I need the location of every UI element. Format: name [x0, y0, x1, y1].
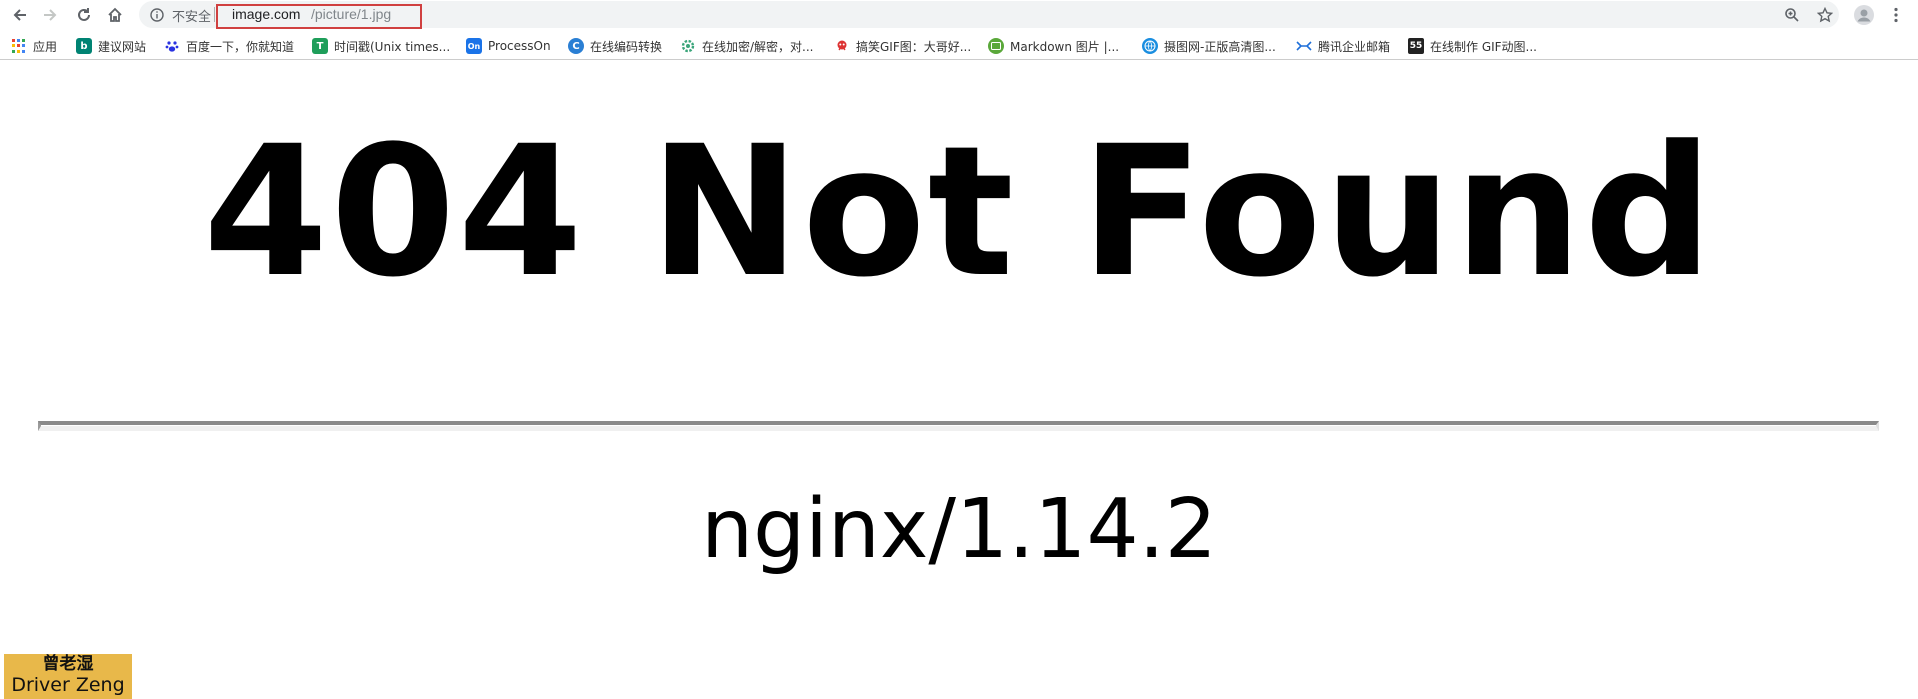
server-signature: nginx/1.14.2 — [701, 482, 1217, 577]
bookmark-label: 在线加密/解密，对... — [702, 39, 814, 54]
info-icon[interactable] — [149, 7, 165, 23]
address-separator — [214, 7, 215, 22]
gif55-icon: 55 — [1408, 38, 1424, 54]
url-host[interactable]: image.com — [232, 6, 300, 22]
bookmark-stock-images[interactable]: 摄图网-正版高清图... — [1142, 37, 1276, 55]
reload-icon[interactable] — [72, 3, 96, 27]
encoding-icon: C — [568, 38, 584, 54]
bookmark-label: 腾讯企业邮箱 — [1318, 39, 1391, 54]
arrow-forward-icon[interactable] — [38, 3, 62, 27]
bookmark-gif[interactable]: 搞笑GIF图：大哥好... — [834, 37, 971, 55]
bookmark-label: 搞笑GIF图：大哥好... — [856, 39, 972, 54]
bookmark-processon[interactable]: On ProcessOn — [466, 37, 551, 55]
tencent-mail-icon — [1296, 38, 1312, 54]
bookmark-baidu[interactable]: 百度一下，你就知道 — [164, 37, 294, 55]
bookmark-suggested-sites[interactable]: b 建议网站 — [76, 37, 146, 55]
watermark-line-cn: 曾老湿 — [42, 654, 94, 674]
processon-icon: On — [466, 38, 482, 54]
security-status-label[interactable]: 不安全 — [172, 6, 211, 25]
bookmark-apps[interactable]: 应用 — [12, 37, 57, 55]
apps-grid-icon — [12, 39, 26, 53]
globe-icon — [1142, 38, 1158, 54]
watermark-logo: 曾老湿 Driver Zeng — [4, 654, 132, 699]
gear-icon — [680, 38, 696, 54]
bookmark-gif-maker[interactable]: 55 在线制作 GIF动图... — [1408, 37, 1537, 55]
bookmark-label: 摄图网-正版高清图... — [1164, 39, 1276, 54]
bookmark-label: 在线制作 GIF动图... — [1430, 39, 1537, 54]
bookmark-label: ProcessOn — [488, 39, 551, 53]
kebab-menu-icon[interactable] — [1884, 3, 1908, 27]
horizontal-rule — [38, 421, 1879, 431]
bookmark-encrypt[interactable]: 在线加密/解密，对... — [680, 37, 814, 55]
bookmark-timestamp[interactable]: T 时间戳(Unix times... — [312, 37, 450, 55]
page-title: 404 Not Found — [203, 108, 1715, 317]
watermark-line-en: Driver Zeng — [11, 674, 125, 696]
bing-icon: b — [76, 38, 92, 54]
bookmark-encoding[interactable]: C 在线编码转换 — [568, 37, 662, 55]
baidu-paw-icon — [164, 38, 180, 54]
gif-icon — [834, 38, 850, 54]
star-icon[interactable] — [1813, 3, 1837, 27]
arrow-back-icon[interactable] — [8, 3, 32, 27]
bookmark-label: Markdown 图片 |... — [1010, 39, 1120, 54]
bookmarks-bar: 应用 b 建议网站 百度一下，你就知道 T 时间戳(Unix times... … — [0, 32, 1918, 60]
bookmark-label: 在线编码转换 — [590, 39, 663, 54]
browser-toolbar: 不安全 image.com /picture/1.jpg — [0, 0, 1918, 30]
timestamp-icon: T — [312, 38, 328, 54]
bookmark-label: 建议网站 — [98, 39, 147, 54]
zoom-icon[interactable] — [1780, 3, 1804, 27]
url-path[interactable]: /picture/1.jpg — [311, 6, 391, 22]
bookmark-label: 百度一下，你就知道 — [186, 39, 295, 54]
bookmark-label: 时间戳(Unix times... — [334, 39, 451, 54]
bookmark-tencent-mail[interactable]: 腾讯企业邮箱 — [1296, 37, 1390, 55]
markdown-icon — [988, 38, 1004, 54]
home-icon[interactable] — [103, 3, 127, 27]
bookmark-label: 应用 — [33, 39, 58, 54]
bookmark-markdown[interactable]: Markdown 图片 |... — [988, 37, 1119, 55]
avatar-icon[interactable] — [1852, 3, 1876, 27]
